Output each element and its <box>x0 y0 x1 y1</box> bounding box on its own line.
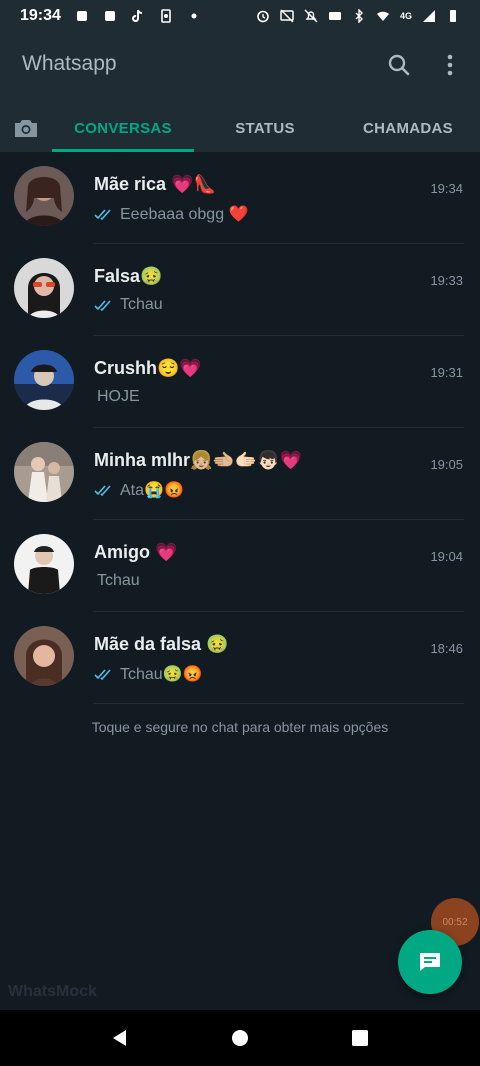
tab-bar: CONVERSAS STATUS CHAMADAS <box>0 104 480 152</box>
chat-preview: Tchau <box>94 296 163 314</box>
app-title: Whatsapp <box>22 52 117 75</box>
chat-name: Minha mlhr👧🏼🫲🏼🫱🏻👦🏻💗 <box>94 450 303 470</box>
back-icon[interactable] <box>110 1028 130 1048</box>
chat-name: Mãe rica 💗👠 <box>94 174 216 194</box>
tab-conversas[interactable]: CONVERSAS <box>52 104 194 152</box>
chat-time: 19:05 <box>430 457 463 472</box>
chat-time: 19:04 <box>430 549 463 564</box>
new-chat-icon <box>420 953 440 971</box>
read-ticks-icon <box>94 485 111 497</box>
chat-row[interactable]: Mãe da falsa 🤢 18:46 Tchau🤢😡 <box>0 612 480 704</box>
chat-time: 19:31 <box>430 365 463 380</box>
wifi-icon <box>376 11 389 21</box>
contact-photo <box>14 258 74 318</box>
cast-off-icon <box>280 9 294 23</box>
new-chat-button[interactable] <box>398 930 462 994</box>
avatar[interactable] <box>14 258 74 318</box>
status-bar: 19:34 4G <box>0 0 480 32</box>
system-nav-bar <box>0 1010 480 1066</box>
chat-row[interactable]: Crushh😌💗 19:31 HOJE <box>0 336 480 428</box>
signal-icon <box>423 10 435 22</box>
timer-text: 00:52 <box>442 916 468 928</box>
alarm-icon <box>257 10 269 23</box>
tab-chamadas[interactable]: CHAMADAS <box>336 104 480 152</box>
tab-label: CONVERSAS <box>74 119 172 137</box>
contact-photo <box>14 166 74 226</box>
chat-preview: Tchau🤢😡 <box>94 664 203 684</box>
chat-name: Amigo 💗 <box>94 542 178 562</box>
tab-label: CHAMADAS <box>363 119 453 137</box>
network-type-label: 4G <box>399 11 412 21</box>
tab-camera[interactable] <box>0 104 52 152</box>
chat-message: HOJE <box>97 388 140 405</box>
chat-message: Tchau🤢😡 <box>120 666 203 683</box>
chat-row[interactable]: Mãe rica 💗👠 19:34 Eeebaaa obgg ❤️ <box>0 152 480 244</box>
chat-message: Tchau <box>97 572 140 589</box>
home-icon[interactable] <box>230 1028 250 1048</box>
chat-preview: Eeebaaa obgg ❤️ <box>94 204 248 224</box>
chat-preview: HOJE <box>97 388 140 406</box>
tab-label: STATUS <box>235 119 295 137</box>
watermark: WhatsMock <box>8 983 97 1000</box>
chat-time: 18:46 <box>430 641 463 656</box>
chat-preview: Ata😭😡 <box>94 480 184 500</box>
recents-icon[interactable] <box>350 1028 370 1048</box>
avatar[interactable] <box>14 626 74 686</box>
read-ticks-icon <box>94 300 111 312</box>
contact-photo <box>14 350 74 410</box>
bluetooth-icon <box>355 9 363 23</box>
notification-icon <box>104 11 115 21</box>
read-ticks-icon <box>94 669 111 681</box>
contact-photo <box>14 442 74 502</box>
camera-icon <box>15 120 37 137</box>
chat-time: 19:33 <box>430 273 463 288</box>
chat-name: Crushh😌💗 <box>94 358 202 378</box>
status-right: 4G <box>256 9 460 23</box>
read-ticks-icon <box>94 209 111 221</box>
status-left: 19:34 <box>20 7 201 25</box>
screen-record-icon <box>161 9 171 23</box>
mute-icon <box>304 9 318 23</box>
app-bar: Whatsapp CONVERSAS STATUS CHAMADAS <box>0 32 480 152</box>
chat-message: Ata😭😡 <box>120 482 184 499</box>
chat-preview: Tchau <box>97 572 140 590</box>
tab-status[interactable]: STATUS <box>194 104 336 152</box>
avatar[interactable] <box>14 166 74 226</box>
divider <box>94 703 464 704</box>
more-options-icon[interactable] <box>437 52 463 78</box>
chat-name: Mãe da falsa 🤢 <box>94 634 229 654</box>
chat-time: 19:34 <box>430 181 463 196</box>
chat-list: Mãe rica 💗👠 19:34 Eeebaaa obgg ❤️ Falsa🤢… <box>0 152 480 704</box>
tiktok-icon <box>131 9 142 23</box>
search-icon[interactable] <box>386 52 412 78</box>
chat-hint-text: Toque e segure no chat para obter mais o… <box>91 719 389 735</box>
volte-icon <box>328 12 341 20</box>
notification-icon <box>76 11 87 21</box>
battery-icon <box>450 10 456 22</box>
chat-message: Eeebaaa obgg ❤️ <box>120 206 249 223</box>
dot-icon <box>191 13 197 19</box>
chat-row[interactable]: Minha mlhr👧🏼🫲🏼🫱🏻👦🏻💗 19:05 Ata😭😡 <box>0 428 480 520</box>
chat-row[interactable]: Amigo 💗 19:04 Tchau <box>0 520 480 612</box>
avatar[interactable] <box>14 350 74 410</box>
avatar[interactable] <box>14 534 74 594</box>
contact-photo <box>14 626 74 686</box>
avatar[interactable] <box>14 442 74 502</box>
status-time: 19:34 <box>20 7 61 24</box>
chat-message: Tchau <box>120 296 163 313</box>
contact-photo <box>14 534 74 594</box>
chat-name: Falsa🤢 <box>94 266 163 286</box>
chat-row[interactable]: Falsa🤢 19:33 Tchau <box>0 244 480 336</box>
